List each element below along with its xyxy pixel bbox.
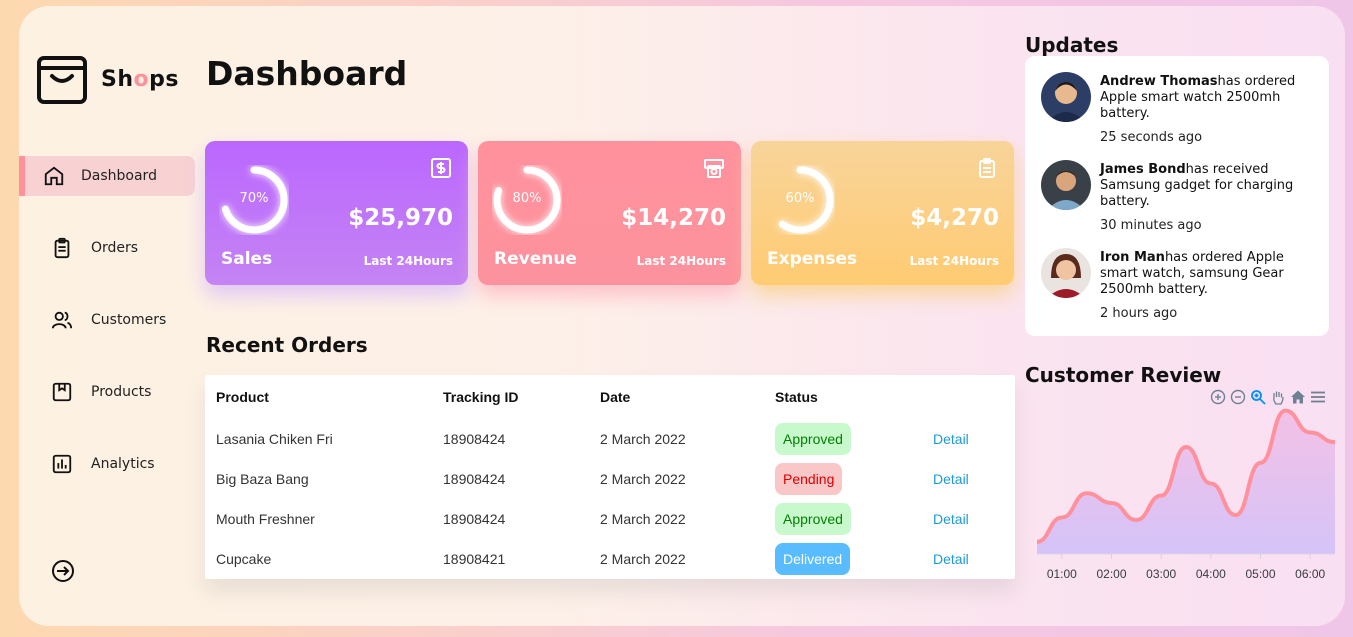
avatar (1041, 72, 1091, 122)
shopping-bag-icon (37, 56, 87, 104)
users-icon (51, 311, 73, 329)
product-cell: Big Baza Bang (216, 471, 309, 487)
product-cell: Lasania Chiken Fri (216, 431, 333, 447)
card-value: $4,270 (910, 205, 999, 231)
column-header: Product (216, 389, 269, 405)
sidebar-item-label: Orders (91, 240, 139, 256)
card-period: Last 24Hours (636, 254, 726, 268)
date-cell: 2 March 2022 (600, 511, 686, 527)
sidebar-nav: Dashboard Orders Customers Products Anal… (19, 156, 195, 516)
card-name: Sales (221, 249, 273, 269)
column-header: Status (775, 389, 818, 405)
table-row: Big Baza Bang 18908424 2 March 2022 Pend… (205, 463, 1015, 495)
page-title: Dashboard (206, 54, 408, 93)
card-percent: 80% (512, 191, 542, 206)
dollar-icon (431, 158, 451, 178)
card-value: $25,970 (348, 205, 453, 231)
update-text: Andrew Thomashas ordered Apple smart wat… (1100, 74, 1320, 146)
status-badge: Delivered (775, 543, 851, 575)
sidebar-item-products[interactable]: Products (19, 372, 195, 412)
detail-link[interactable]: Detail (933, 543, 969, 575)
expenses-card[interactable]: 60% Expenses $4,270 Last 24Hours (751, 141, 1014, 285)
update-text: Iron Manhas ordered Apple smart watch, s… (1100, 250, 1320, 322)
avatar (1041, 248, 1091, 298)
date-cell: 2 March 2022 (600, 431, 686, 447)
sales-card[interactable]: 70% Sales $25,970 Last 24Hours (205, 141, 468, 285)
column-header: Tracking ID (443, 389, 519, 405)
sidebar-item-customers[interactable]: Customers (19, 300, 195, 340)
table-row: Mouth Freshner 18908424 2 March 2022 App… (205, 503, 1015, 535)
update-name: James Bond (1100, 162, 1186, 177)
update-time: 2 hours ago (1100, 306, 1178, 321)
updates-title: Updates (1025, 33, 1119, 57)
column-header: Date (600, 389, 631, 405)
status-badge: Pending (775, 463, 843, 495)
review-area-fill (1037, 410, 1335, 554)
recent-orders-title: Recent Orders (206, 333, 368, 357)
detail-link[interactable]: Detail (933, 423, 969, 455)
avatar (1041, 160, 1091, 210)
sidebar-item-dashboard[interactable]: Dashboard (19, 156, 195, 196)
card-name: Expenses (767, 249, 858, 269)
update-name: Andrew Thomas (1100, 74, 1218, 89)
sidebar-item-orders[interactable]: Orders (19, 228, 195, 268)
tracking-cell: 18908424 (443, 431, 506, 447)
detail-link[interactable]: Detail (933, 463, 969, 495)
customer-review-title: Customer Review (1025, 363, 1222, 387)
status-badge: Approved (775, 503, 851, 535)
update-time: 25 seconds ago (1100, 130, 1203, 145)
x-tick-label: 06:00 (1295, 567, 1325, 581)
card-period: Last 24Hours (363, 254, 453, 268)
bar-chart-icon (52, 454, 72, 474)
card-value: $14,270 (621, 205, 726, 231)
clipboard-icon (54, 237, 70, 259)
money-icon (704, 159, 724, 178)
updates-panel: Andrew Thomashas ordered Apple smart wat… (1025, 56, 1329, 336)
app-shell: Shops Dashboard Orders Customers Product… (19, 6, 1345, 626)
logo[interactable]: Shops (37, 54, 179, 104)
table-row: Lasania Chiken Fri 18908424 2 March 2022… (205, 423, 1015, 455)
package-icon (52, 382, 72, 402)
card-percent: 60% (785, 191, 815, 206)
x-tick-label: 01:00 (1047, 567, 1077, 581)
brand-name: Shops (101, 66, 179, 92)
tracking-cell: 18908424 (443, 511, 506, 527)
x-tick-label: 03:00 (1146, 567, 1176, 581)
status-badge: Approved (775, 423, 851, 455)
table-row: Cupcake 18908421 2 March 2022 Delivered … (205, 543, 1015, 575)
table-header: Product Tracking ID Date Status (205, 381, 1015, 413)
detail-link[interactable]: Detail (933, 503, 969, 535)
sidebar-item-label: Analytics (91, 456, 155, 472)
tracking-cell: 18908424 (443, 471, 506, 487)
product-cell: Mouth Freshner (216, 511, 315, 527)
product-cell: Cupcake (216, 551, 272, 567)
customer-review-chart: 01:00 02:00 03:00 04:00 05:00 06:00 (1036, 408, 1335, 581)
date-cell: 2 March 2022 (600, 471, 686, 487)
update-time: 30 minutes ago (1100, 218, 1202, 233)
card-percent: 70% (239, 191, 269, 206)
x-tick-label: 05:00 (1245, 567, 1275, 581)
sign-out-icon[interactable] (51, 559, 75, 583)
sidebar-item-label: Customers (91, 312, 167, 328)
orders-table: Product Tracking ID Date Status Lasania … (205, 375, 1015, 579)
x-tick-label: 02:00 (1096, 567, 1126, 581)
sidebar-item-label: Products (91, 384, 152, 400)
card-name: Revenue (494, 249, 577, 269)
home-icon (44, 166, 64, 186)
tracking-cell: 18908421 (443, 551, 506, 567)
card-period: Last 24Hours (909, 254, 999, 268)
update-name: Iron Man (1100, 250, 1165, 265)
revenue-card[interactable]: 80% Revenue $14,270 Last 24Hours (478, 141, 741, 285)
clipboard-icon (979, 158, 995, 178)
date-cell: 2 March 2022 (600, 551, 686, 567)
update-text: James Bondhas received Samsung gadget fo… (1100, 162, 1320, 234)
sidebar-item-analytics[interactable]: Analytics (19, 444, 195, 484)
x-tick-label: 04:00 (1196, 567, 1226, 581)
sidebar-item-label: Dashboard (81, 168, 157, 184)
